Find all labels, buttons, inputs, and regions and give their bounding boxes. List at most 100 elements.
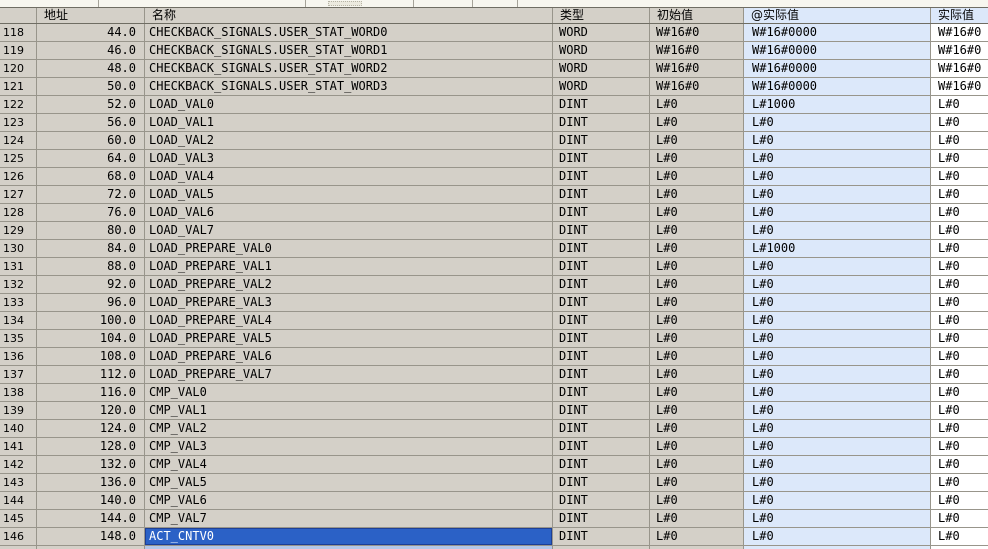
actual-value-at-cell[interactable]: L#0: [744, 258, 931, 275]
header-row-number[interactable]: [0, 8, 37, 23]
address-cell[interactable]: 44.0: [37, 24, 145, 41]
address-cell[interactable]: 56.0: [37, 114, 145, 131]
name-cell[interactable]: CMP_VAL5: [145, 474, 553, 491]
row-number-cell[interactable]: 139: [0, 402, 37, 419]
name-cell[interactable]: LOAD_VAL4: [145, 168, 553, 185]
row-number-cell[interactable]: 121: [0, 78, 37, 95]
type-cell[interactable]: DINT: [553, 294, 650, 311]
initial-value-cell[interactable]: L#0: [650, 276, 744, 293]
type-cell[interactable]: DINT: [553, 186, 650, 203]
actual-value-at-cell[interactable]: W#16#0000: [744, 24, 931, 41]
name-cell[interactable]: CMP_VAL0: [145, 384, 553, 401]
initial-value-cell[interactable]: L#0: [650, 150, 744, 167]
actual-value-at-cell[interactable]: L#0: [744, 132, 931, 149]
actual-value-at-cell[interactable]: L#0: [744, 474, 931, 491]
type-cell[interactable]: DINT: [553, 222, 650, 239]
actual-value-at-cell[interactable]: L#0: [744, 528, 931, 545]
actual-value-cell[interactable]: L#0: [931, 150, 988, 167]
type-cell[interactable]: DINT: [553, 330, 650, 347]
initial-value-cell[interactable]: L#0: [650, 492, 744, 509]
initial-value-cell[interactable]: L#0: [650, 420, 744, 437]
name-cell[interactable]: CMP_VAL3: [145, 438, 553, 455]
address-cell[interactable]: 72.0: [37, 186, 145, 203]
address-cell[interactable]: 84.0: [37, 240, 145, 257]
actual-value-cell[interactable]: L#0: [931, 492, 988, 509]
name-cell[interactable]: ACT_CNTV0: [145, 528, 553, 545]
header-name[interactable]: 名称: [145, 8, 553, 23]
row-number-cell[interactable]: 144: [0, 492, 37, 509]
address-cell[interactable]: 120.0: [37, 402, 145, 419]
name-cell[interactable]: LOAD_PREPARE_VAL4: [145, 312, 553, 329]
name-cell[interactable]: LOAD_VAL7: [145, 222, 553, 239]
type-cell[interactable]: DINT: [553, 240, 650, 257]
actual-value-cell[interactable]: W#16#0: [931, 42, 988, 59]
address-cell[interactable]: 76.0: [37, 204, 145, 221]
row-number-cell[interactable]: 145: [0, 510, 37, 527]
actual-value-cell[interactable]: L#0: [931, 240, 988, 257]
row-number-cell[interactable]: 133: [0, 294, 37, 311]
name-cell[interactable]: LOAD_VAL5: [145, 186, 553, 203]
actual-value-cell[interactable]: L#0: [931, 402, 988, 419]
actual-value-at-cell[interactable]: L#0: [744, 402, 931, 419]
type-cell[interactable]: DINT: [553, 384, 650, 401]
actual-value-at-cell[interactable]: L#0: [744, 186, 931, 203]
initial-value-cell[interactable]: W#16#0: [650, 42, 744, 59]
row-number-cell[interactable]: 131: [0, 258, 37, 275]
actual-value-cell[interactable]: L#0: [931, 438, 988, 455]
address-cell[interactable]: 92.0: [37, 276, 145, 293]
address-cell[interactable]: 100.0: [37, 312, 145, 329]
address-cell[interactable]: 140.0: [37, 492, 145, 509]
type-cell[interactable]: WORD: [553, 42, 650, 59]
name-cell[interactable]: LOAD_VAL6: [145, 204, 553, 221]
actual-value-at-cell[interactable]: L#0: [744, 294, 931, 311]
name-cell[interactable]: LOAD_PREPARE_VAL3: [145, 294, 553, 311]
actual-value-at-cell[interactable]: W#16#0000: [744, 60, 931, 77]
name-cell[interactable]: CMP_VAL6: [145, 492, 553, 509]
actual-value-cell[interactable]: W#16#0: [931, 78, 988, 95]
actual-value-at-cell[interactable]: L#0: [744, 114, 931, 131]
row-number-cell[interactable]: 125: [0, 150, 37, 167]
row-number-cell[interactable]: 140: [0, 420, 37, 437]
type-cell[interactable]: DINT: [553, 510, 650, 527]
name-cell[interactable]: LOAD_VAL3: [145, 150, 553, 167]
actual-value-at-cell[interactable]: L#0: [744, 312, 931, 329]
initial-value-cell[interactable]: L#0: [650, 114, 744, 131]
type-cell[interactable]: WORD: [553, 24, 650, 41]
name-cell[interactable]: CHECKBACK_SIGNALS.USER_STAT_WORD0: [145, 24, 553, 41]
type-cell[interactable]: DINT: [553, 258, 650, 275]
actual-value-cell[interactable]: L#0: [931, 132, 988, 149]
row-number-cell[interactable]: 124: [0, 132, 37, 149]
actual-value-at-cell[interactable]: W#16#0000: [744, 78, 931, 95]
actual-value-cell[interactable]: L#0: [931, 96, 988, 113]
actual-value-cell[interactable]: L#0: [931, 258, 988, 275]
actual-value-cell[interactable]: L#0: [931, 168, 988, 185]
actual-value-cell[interactable]: L#0: [931, 510, 988, 527]
actual-value-at-cell[interactable]: L#0: [744, 276, 931, 293]
address-cell[interactable]: 144.0: [37, 510, 145, 527]
row-number-cell[interactable]: 129: [0, 222, 37, 239]
initial-value-cell[interactable]: W#16#0: [650, 78, 744, 95]
type-cell[interactable]: WORD: [553, 78, 650, 95]
actual-value-cell[interactable]: L#0: [931, 348, 988, 365]
header-actual-value[interactable]: 实际值: [931, 8, 988, 23]
actual-value-cell[interactable]: L#0: [931, 186, 988, 203]
initial-value-cell[interactable]: L#0: [650, 312, 744, 329]
actual-value-cell[interactable]: L#0: [931, 420, 988, 437]
address-cell[interactable]: 48.0: [37, 60, 145, 77]
actual-value-cell[interactable]: L#0: [931, 384, 988, 401]
address-cell[interactable]: 96.0: [37, 294, 145, 311]
address-cell[interactable]: 80.0: [37, 222, 145, 239]
row-number-cell[interactable]: 132: [0, 276, 37, 293]
actual-value-at-cell[interactable]: L#1000: [744, 96, 931, 113]
row-number-cell[interactable]: 138: [0, 384, 37, 401]
actual-value-cell[interactable]: L#0: [931, 366, 988, 383]
name-cell[interactable]: LOAD_VAL0: [145, 96, 553, 113]
name-cell[interactable]: LOAD_VAL1: [145, 114, 553, 131]
type-cell[interactable]: DINT: [553, 114, 650, 131]
address-cell[interactable]: 108.0: [37, 348, 145, 365]
header-address[interactable]: 地址: [37, 8, 145, 23]
row-number-cell[interactable]: 119: [0, 42, 37, 59]
actual-value-at-cell[interactable]: L#0: [744, 150, 931, 167]
actual-value-at-cell[interactable]: L#0: [744, 330, 931, 347]
actual-value-cell[interactable]: L#0: [931, 276, 988, 293]
